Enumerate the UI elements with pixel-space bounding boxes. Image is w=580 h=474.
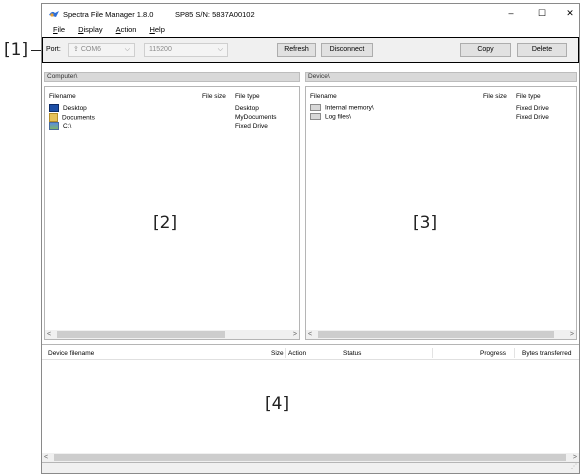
file-name: C:\ [62, 122, 72, 130]
file-type: MyDocuments [235, 114, 277, 121]
port-select[interactable]: ⇪ COM6 ⌵ [68, 43, 135, 57]
file-type: Desktop [235, 105, 259, 112]
delete-button[interactable]: Delete [517, 43, 567, 57]
column-status[interactable]: Status [343, 350, 361, 357]
list-item[interactable]: C:\ Fixed Drive [49, 122, 289, 131]
menu-bar: File Display Action Help [42, 24, 579, 37]
column-bytes-transferred[interactable]: Bytes transferred [522, 350, 572, 357]
horizontal-scrollbar[interactable]: < > [45, 330, 299, 339]
scroll-thumb[interactable] [54, 454, 566, 461]
scroll-left-icon[interactable]: < [44, 453, 48, 462]
scroll-left-icon[interactable]: < [308, 330, 312, 339]
maximize-button[interactable]: ☐ [535, 8, 549, 19]
file-type: Fixed Drive [516, 114, 549, 121]
device-path-bar: Device\ [305, 72, 577, 82]
column-filename[interactable]: Filename [49, 93, 76, 100]
file-name: Documents [61, 114, 95, 122]
horizontal-scrollbar[interactable]: < > [42, 453, 579, 462]
port-label: Port: [46, 46, 61, 53]
serial-number: SP85 S/N: 5837A00102 [175, 10, 255, 19]
chevron-down-icon: ⌵ [124, 46, 130, 53]
drive-icon [310, 104, 321, 111]
column-device-filename[interactable]: Device filename [48, 350, 94, 357]
copy-button[interactable]: Copy [460, 43, 511, 57]
minimize-button[interactable]: – [504, 8, 518, 18]
title-bar: Spectra File Manager 1.8.0 SP85 S/N: 583… [42, 4, 579, 24]
column-progress[interactable]: Progress [480, 350, 506, 357]
menu-file[interactable]: File [53, 24, 65, 36]
scroll-right-icon[interactable]: > [293, 330, 297, 339]
region-tag: [2] [153, 213, 178, 233]
file-name: Internal memory\ [324, 104, 374, 112]
device-file-list[interactable]: Filename File size File type Internal me… [305, 86, 577, 340]
chevron-down-icon: ⌵ [217, 46, 223, 53]
file-type: Fixed Drive [516, 105, 549, 112]
scroll-thumb[interactable] [57, 331, 225, 338]
transfer-queue-list[interactable]: Device filename Size Action Status Progr… [42, 344, 579, 463]
column-file-type[interactable]: File type [516, 93, 541, 100]
region-tag: [4] [265, 394, 290, 414]
port-value: COM6 [80, 46, 102, 53]
column-size[interactable]: Size [271, 350, 284, 357]
app-window: Spectra File Manager 1.8.0 SP85 S/N: 583… [41, 3, 580, 474]
app-logo-icon [49, 10, 59, 18]
list-item[interactable]: Desktop Desktop [49, 104, 289, 113]
computer-path-bar: Computer\ [44, 72, 300, 82]
list-item[interactable]: Internal memory\ Fixed Drive [310, 104, 572, 113]
column-filename[interactable]: Filename [310, 93, 337, 100]
file-name: Log files\ [324, 113, 351, 121]
column-file-size[interactable]: File size [202, 93, 226, 100]
baud-select[interactable]: 115200 ⌵ [144, 43, 228, 57]
column-divider [285, 348, 286, 358]
usb-icon: ⇪ [73, 46, 79, 53]
scroll-thumb[interactable] [318, 331, 554, 338]
column-action[interactable]: Action [288, 350, 306, 357]
region-tag: [3] [413, 213, 438, 233]
horizontal-scrollbar[interactable]: < > [306, 330, 576, 339]
callout-label-toolbar: [1] [4, 40, 29, 60]
disconnect-button[interactable]: Disconnect [321, 43, 373, 57]
toolbar: Port: ⇪ COM6 ⌵ 115200 ⌵ Refresh Disconne… [42, 37, 579, 63]
transfer-header: Device filename Size Action Status Progr… [42, 345, 579, 360]
menu-display[interactable]: Display [78, 24, 103, 36]
menu-help[interactable]: Help [149, 24, 164, 36]
scroll-right-icon[interactable]: > [570, 330, 574, 339]
desktop-icon [49, 104, 59, 112]
column-file-size[interactable]: File size [483, 93, 507, 100]
scroll-right-icon[interactable]: > [573, 453, 577, 462]
baud-value: 115200 [149, 46, 172, 53]
column-file-type[interactable]: File type [235, 93, 260, 100]
scroll-left-icon[interactable]: < [47, 330, 51, 339]
status-bar: ⋰ [42, 463, 579, 473]
close-button[interactable]: ✕ [563, 8, 577, 19]
menu-action[interactable]: Action [116, 24, 137, 36]
drive-icon [49, 122, 59, 130]
computer-file-list[interactable]: Filename File size File type Desktop Des… [44, 86, 300, 340]
documents-folder-icon [49, 113, 58, 122]
file-name: Desktop [62, 104, 87, 112]
column-divider [432, 348, 433, 358]
file-type: Fixed Drive [235, 123, 268, 130]
refresh-button[interactable]: Refresh [277, 43, 316, 57]
list-item[interactable]: Log files\ Fixed Drive [310, 113, 572, 122]
window-title: Spectra File Manager 1.8.0 [63, 10, 154, 19]
resize-grip-icon[interactable]: ⋰ [571, 463, 577, 470]
list-item[interactable]: Documents MyDocuments [49, 113, 289, 122]
drive-icon [310, 113, 321, 120]
column-divider [514, 348, 515, 358]
